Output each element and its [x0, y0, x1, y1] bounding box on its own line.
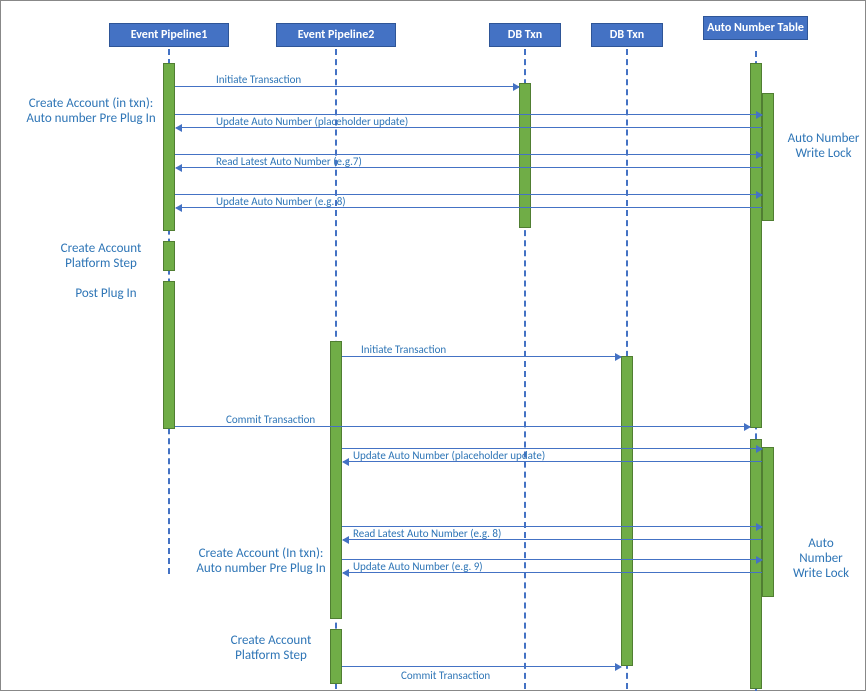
msg-label: Update Auto Number (e.g. 8) [216, 195, 346, 208]
msg-initiate2 [342, 356, 621, 358]
side-label: Create Account Platform Step [216, 633, 326, 663]
msg-label: Initiate Transaction [216, 73, 301, 86]
activation [762, 447, 774, 597]
msg-initiate1 [175, 86, 519, 88]
activation [750, 439, 762, 689]
activation [330, 341, 342, 619]
side-label: Create Account (in txn): Auto number Pre… [26, 96, 156, 126]
msg-label: Commit Transaction [401, 669, 490, 682]
msg-label: Update Auto Number (placeholder update) [353, 449, 545, 462]
msg-commit1 [175, 426, 750, 428]
participant-ep1: Event Pipeline1 [109, 23, 229, 47]
participant-autonum: Auto Number Table [703, 16, 808, 40]
activation [762, 93, 774, 221]
msg-label: Read Latest Auto Number (e.g.7) [216, 155, 362, 168]
activation [163, 241, 175, 271]
activation [330, 629, 342, 684]
side-label: Auto Number Write Lock [786, 536, 856, 581]
msg-label: Update Auto Number (placeholder update) [216, 115, 408, 128]
participant-dbtxn1: DB Txn [489, 23, 561, 47]
msg-label: Update Auto Number (e.g. 9) [353, 560, 483, 573]
msg-label: Initiate Transaction [361, 343, 446, 356]
activation [621, 356, 633, 666]
side-label: Create Account (In txn): Auto number Pre… [196, 546, 326, 576]
side-label: Create Account Platform Step [46, 241, 156, 271]
activation [163, 63, 175, 231]
activation [163, 281, 175, 429]
msg-label: Commit Transaction [226, 413, 315, 426]
msg-label: Read Latest Auto Number (e.g. 8) [353, 527, 501, 540]
participant-dbtxn2: DB Txn [591, 23, 663, 47]
sequence-diagram: Event Pipeline1 Event Pipeline2 DB Txn D… [0, 0, 866, 691]
participant-ep2: Event Pipeline2 [276, 23, 396, 47]
side-label: Post Plug In [61, 286, 151, 301]
side-label: Auto Number Write Lock [786, 131, 861, 161]
msg-commit2 [342, 666, 621, 668]
